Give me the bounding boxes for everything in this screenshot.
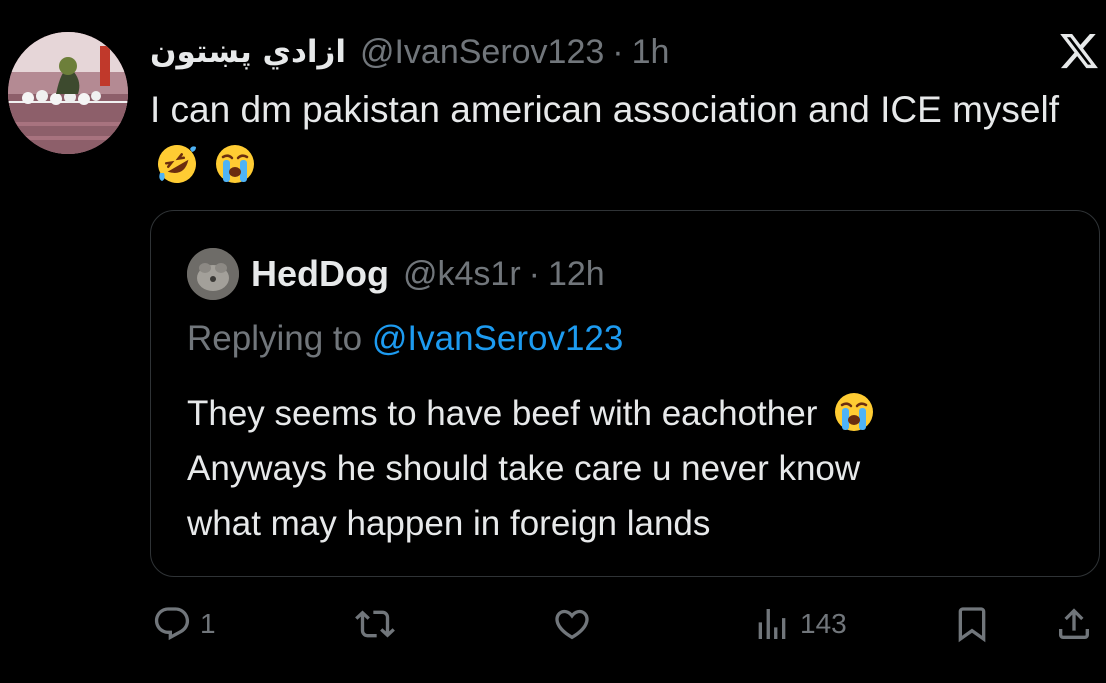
tweet-text: I can dm pakistan american association a… xyxy=(150,82,1070,192)
view-count: 143 xyxy=(800,608,847,639)
like-button[interactable] xyxy=(552,600,592,648)
quoted-text-line-1: They seems to have beef with eachother xyxy=(187,394,818,433)
quoted-text-line: They seems to have beef with eachother xyxy=(187,386,1087,441)
views-button[interactable]: 143 xyxy=(752,600,847,648)
bookmark-icon xyxy=(952,604,992,644)
replying-to-mention[interactable]: @IvanSerov123 xyxy=(372,319,624,358)
loudly-crying-emoji xyxy=(214,143,256,185)
tweet-header: ازادي پښتون @IvanSerov123 · 1h xyxy=(150,28,669,76)
quoted-handle[interactable]: @k4s1r xyxy=(403,255,521,294)
quoted-author-avatar[interactable] xyxy=(187,248,239,300)
like-icon xyxy=(552,604,592,644)
quoted-timestamp[interactable]: 12h xyxy=(548,255,605,294)
reply-button[interactable]: 1 xyxy=(152,600,216,648)
rolling-on-floor-laughing-emoji xyxy=(156,143,198,185)
retweet-button[interactable] xyxy=(355,600,395,648)
separator-dot: · xyxy=(528,254,540,293)
replying-to-prefix: Replying to xyxy=(187,319,363,358)
author-handle[interactable]: @IvanSerov123 xyxy=(360,33,604,72)
bookmark-button[interactable] xyxy=(952,600,992,648)
quoted-text-line-2: Anyways he should take care u never know xyxy=(187,449,861,488)
retweet-icon xyxy=(355,604,395,644)
author-display-name[interactable]: ازادي پښتون xyxy=(150,34,346,70)
share-icon xyxy=(1054,604,1094,644)
separator-dot: · xyxy=(612,32,624,71)
tweet-body: I can dm pakistan american association a… xyxy=(150,89,1059,130)
quoted-display-name[interactable]: HedDog xyxy=(251,253,389,295)
quoted-header: HedDog @k4s1r · 12h xyxy=(251,249,605,299)
quoted-text-line-3: what may happen in foreign lands xyxy=(187,504,711,543)
views-icon xyxy=(752,604,792,644)
reply-icon xyxy=(152,604,192,644)
tweet: ازادي پښتون @IvanSerov123 · 1h I can dm … xyxy=(0,0,1106,683)
reply-count: 1 xyxy=(200,608,216,639)
loudly-crying-emoji xyxy=(833,391,875,433)
replying-to: Replying to @IvanSerov123 xyxy=(187,319,623,359)
share-button[interactable] xyxy=(1054,600,1094,648)
author-avatar[interactable] xyxy=(8,32,128,154)
x-logo-icon[interactable] xyxy=(1058,30,1100,72)
tweet-timestamp[interactable]: 1h xyxy=(632,33,670,72)
quoted-tweet[interactable]: HedDog @k4s1r · 12h Replying to @IvanSer… xyxy=(150,210,1100,577)
quoted-text: They seems to have beef with eachother A… xyxy=(187,386,1087,551)
